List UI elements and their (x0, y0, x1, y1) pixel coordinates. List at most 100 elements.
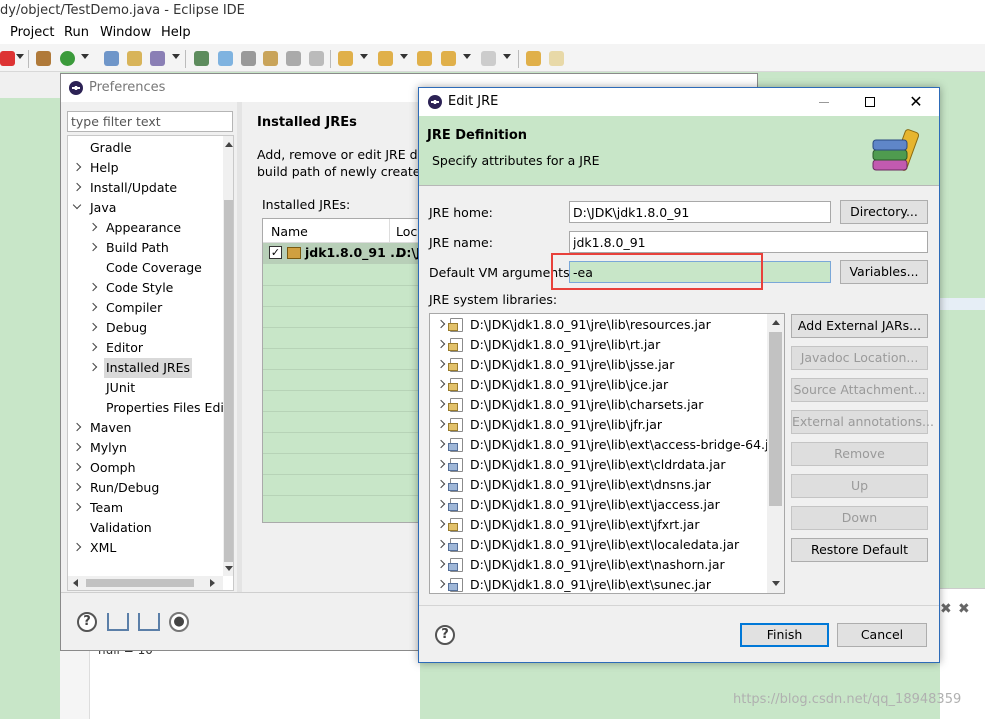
tree-item[interactable]: Installed JREs (68, 358, 218, 378)
next-annotation-icon[interactable] (338, 51, 353, 66)
library-side-button[interactable]: Add External JARs... (791, 314, 928, 338)
open-folder-icon[interactable] (127, 51, 142, 66)
search-tool-icon[interactable] (194, 51, 209, 66)
tree-item[interactable]: Code Coverage (68, 258, 218, 278)
tree-item[interactable]: Build Path (68, 238, 218, 258)
tree-item[interactable]: Maven (68, 418, 218, 438)
library-side-button[interactable]: Down (791, 506, 928, 530)
chevron-right-icon[interactable] (72, 422, 82, 432)
block-icon[interactable] (263, 51, 278, 66)
chevron-right-icon[interactable] (436, 459, 446, 469)
tree-item[interactable]: Appearance (68, 218, 218, 238)
library-item[interactable]: D:\JDK\jdk1.8.0_91\jre\lib\ext\access-br… (430, 435, 781, 455)
tree-item[interactable]: JUnit (68, 378, 218, 398)
chevron-right-icon[interactable] (88, 302, 98, 312)
tree-item[interactable]: Compiler (68, 298, 218, 318)
library-side-button[interactable]: Remove (791, 442, 928, 466)
chevron-down-icon[interactable] (72, 200, 82, 210)
new-class-icon[interactable] (60, 51, 75, 66)
library-item[interactable]: D:\JDK\jdk1.8.0_91\jre\lib\ext\dnsns.jar (430, 475, 766, 495)
tree-item[interactable]: Team (68, 498, 218, 518)
jre-default-checkbox[interactable]: ✓ (269, 246, 282, 259)
variables-button[interactable]: Variables... (840, 260, 928, 284)
libraries-scroll-thumb[interactable] (769, 332, 782, 506)
remove-all-icon[interactable]: ✖ (958, 601, 970, 617)
tree-item[interactable]: Mylyn (68, 438, 218, 458)
back-icon[interactable] (441, 51, 456, 66)
chevron-right-icon[interactable] (72, 542, 82, 552)
highlight-icon[interactable] (218, 51, 233, 66)
menu-help[interactable]: Help (161, 25, 191, 40)
library-item[interactable]: D:\JDK\jdk1.8.0_91\jre\lib\ext\nashorn.j… (430, 555, 766, 575)
library-item[interactable]: D:\JDK\jdk1.8.0_91\jre\lib\ext\localedat… (430, 535, 766, 555)
last-edit-icon[interactable] (417, 51, 432, 66)
library-item[interactable]: D:\JDK\jdk1.8.0_91\jre\lib\charsets.jar (430, 395, 766, 415)
forward-icon[interactable] (481, 51, 496, 66)
tree-item[interactable]: XML (68, 538, 218, 558)
scroll-right-icon[interactable] (210, 579, 215, 587)
directory-button[interactable]: Directory... (840, 200, 928, 224)
paragraph-icon[interactable] (309, 51, 324, 66)
chevron-right-icon[interactable] (436, 579, 446, 589)
tree-item[interactable]: Properties Files Edi (68, 398, 224, 418)
chevron-right-icon[interactable] (72, 442, 82, 452)
chevron-right-icon[interactable] (72, 462, 82, 472)
library-side-button[interactable]: Restore Default (791, 538, 928, 562)
chevron-right-icon[interactable] (436, 479, 446, 489)
tree-item[interactable]: Validation (68, 518, 218, 538)
library-item[interactable]: D:\JDK\jdk1.8.0_91\jre\lib\ext\jfxrt.jar (430, 515, 766, 535)
scroll-left-icon[interactable] (73, 579, 78, 587)
library-side-button[interactable]: Source Attachment... (791, 378, 928, 402)
table-row[interactable]: ✓ jdk1.8.0_91 ... D:\J (263, 243, 421, 264)
scroll-up-icon[interactable] (225, 142, 233, 147)
prev-annotation-icon[interactable] (378, 51, 393, 66)
chevron-right-icon[interactable] (436, 519, 446, 529)
jre-home-input[interactable] (569, 201, 831, 223)
chevron-right-icon[interactable] (436, 499, 446, 509)
tree-item[interactable]: Code Style (68, 278, 218, 298)
pin-icon[interactable] (526, 51, 541, 66)
chevron-right-icon[interactable] (72, 162, 82, 172)
debug-icon[interactable] (0, 51, 15, 66)
tree-item[interactable]: Gradle (68, 138, 218, 158)
menu-run[interactable]: Run (64, 25, 89, 40)
scroll-down-icon[interactable] (225, 566, 233, 571)
tree-scroll-thumb[interactable] (224, 200, 233, 562)
finish-button[interactable]: Finish (740, 623, 829, 647)
chevron-right-icon[interactable] (436, 559, 446, 569)
menu-window[interactable]: Window (100, 25, 151, 40)
tree-item[interactable]: Java (68, 198, 218, 218)
library-item[interactable]: D:\JDK\jdk1.8.0_91\jre\lib\rt.jar (430, 335, 766, 355)
export-icon[interactable] (138, 613, 160, 631)
library-item[interactable]: D:\JDK\jdk1.8.0_91\jre\lib\ext\jaccess.j… (430, 495, 766, 515)
open-type-icon[interactable] (104, 51, 119, 66)
show-whitespace-icon[interactable] (286, 51, 301, 66)
chevron-right-icon[interactable] (436, 359, 446, 369)
chevron-right-icon[interactable] (436, 319, 446, 329)
remove-launch-icon[interactable]: ✖ (940, 601, 952, 617)
chevron-right-icon[interactable] (88, 282, 98, 292)
chevron-right-icon[interactable] (436, 439, 446, 449)
scroll-down-icon[interactable] (772, 581, 780, 586)
jre-name-input[interactable] (569, 231, 928, 253)
library-item[interactable]: D:\JDK\jdk1.8.0_91\jre\lib\jsse.jar (430, 355, 766, 375)
minimize-button[interactable] (801, 88, 847, 116)
library-side-button[interactable]: Javadoc Location... (791, 346, 928, 370)
cancel-button[interactable]: Cancel (837, 623, 927, 647)
tree-item[interactable]: Run/Debug (68, 478, 218, 498)
new-package-icon[interactable] (36, 51, 51, 66)
help-icon[interactable]: ? (435, 625, 455, 645)
chevron-right-icon[interactable] (88, 322, 98, 332)
chevron-right-icon[interactable] (88, 242, 98, 252)
filter-input[interactable] (67, 111, 233, 132)
chevron-right-icon[interactable] (88, 342, 98, 352)
tree-item[interactable]: Oomph (68, 458, 218, 478)
library-item[interactable]: D:\JDK\jdk1.8.0_91\jre\lib\resources.jar (430, 315, 766, 335)
tree-hscroll-thumb[interactable] (86, 579, 194, 587)
splitter-sash[interactable] (237, 102, 242, 592)
tree-item[interactable]: Editor (68, 338, 218, 358)
chevron-right-icon[interactable] (436, 419, 446, 429)
scroll-up-icon[interactable] (772, 320, 780, 325)
column-name-header[interactable]: Name (271, 224, 308, 239)
record-icon[interactable]: ● (169, 612, 189, 632)
